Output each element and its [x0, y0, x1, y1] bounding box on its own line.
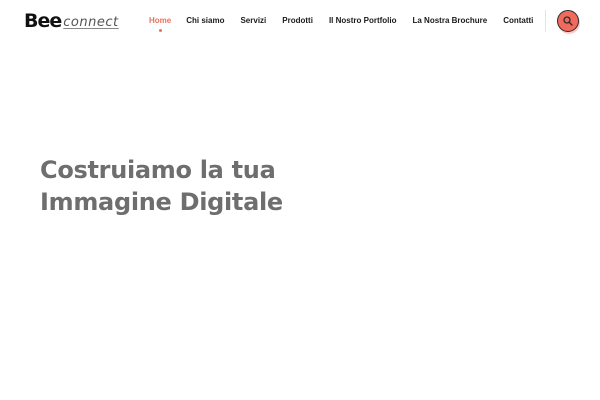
nav-item-label: Servizi: [240, 16, 267, 25]
logo-bee-label: Bee: [24, 9, 62, 32]
nav-item-chi-siamo[interactable]: Chi siamo: [186, 14, 224, 28]
active-indicator-dot: [158, 29, 162, 32]
logo-connect-text: connect: [63, 15, 119, 30]
nav-item-label: Contatti: [503, 16, 534, 25]
search-icon: [563, 14, 573, 29]
nav-item-label: Prodotti: [282, 16, 313, 25]
nav-item-contatti[interactable]: Contatti: [503, 14, 533, 28]
nav-item-label: Chi siamo: [186, 16, 225, 25]
hero-title: Costruiamo la tua Immagine Digitale: [40, 154, 283, 218]
logo-bee-text: Bee: [22, 9, 62, 32]
page: Bee connect Home Chi siamo Servizi Prodo…: [0, 0, 600, 400]
main-nav: Home Chi siamo Servizi Prodotti Il Nostr…: [149, 14, 533, 32]
nav-item-label: Il Nostro Portfolio: [328, 16, 397, 25]
hero-title-line-2: Immagine Digitale: [40, 188, 283, 216]
nav-item-portfolio[interactable]: Il Nostro Portfolio: [329, 14, 397, 28]
nav-item-home[interactable]: Home: [149, 14, 172, 32]
nav-item-brochure[interactable]: La Nostra Brochure: [413, 14, 488, 28]
search-button[interactable]: [557, 10, 579, 32]
nav-item-servizi[interactable]: Servizi: [240, 14, 266, 28]
site-header: Bee connect Home Chi siamo Servizi Prodo…: [0, 0, 600, 44]
nav-item-label: La Nostra Brochure: [412, 16, 488, 25]
logo[interactable]: Bee connect: [22, 9, 118, 33]
nav-item-prodotti[interactable]: Prodotti: [282, 14, 313, 28]
hero-title-line-1: Costruiamo la tua: [40, 156, 276, 184]
nav-item-label: Home: [149, 16, 172, 25]
header-divider: [545, 10, 546, 32]
